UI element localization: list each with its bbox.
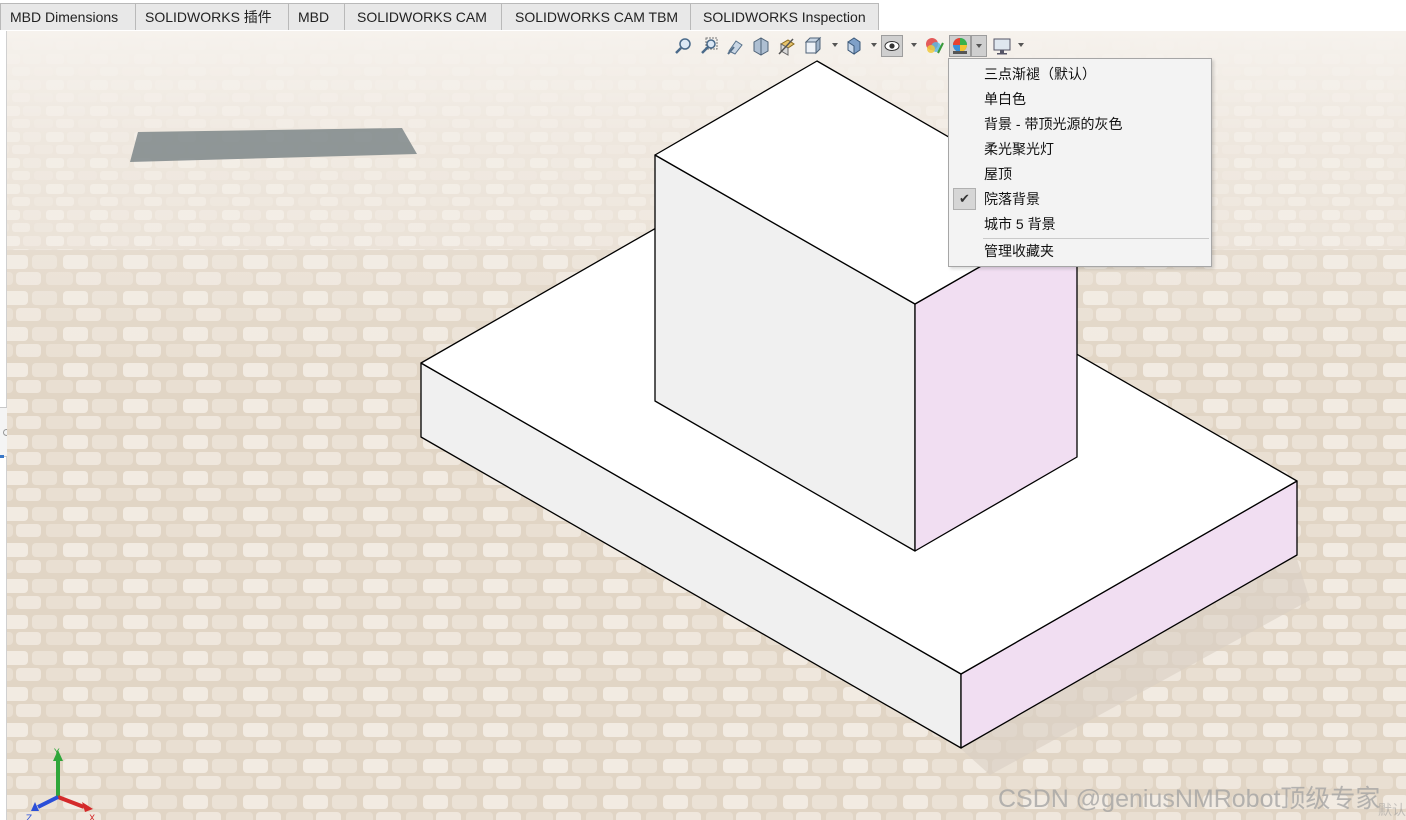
- triad-y-label: Y: [53, 748, 60, 758]
- view-orientation-dropdown-icon[interactable]: [832, 43, 838, 47]
- reference-triad: Y X Z: [26, 748, 95, 820]
- watermark: CSDN @geniusNMRobot顶级专家: [998, 785, 1381, 813]
- menu-item-rooftop[interactable]: 屋顶: [949, 162, 1211, 187]
- feature-manager-collapsed-edge: [0, 31, 11, 820]
- tab-mbd-dimensions[interactable]: MBD Dimensions: [0, 3, 136, 30]
- view-orientation-icon[interactable]: [802, 35, 824, 57]
- menu-item-soft-spotlight[interactable]: 柔光聚光灯: [949, 137, 1211, 162]
- apply-scene-menu: 三点渐褪（默认） 单白色 背景 - 带顶光源的灰色 柔光聚光灯 屋顶 ✔ 院落背…: [948, 58, 1212, 267]
- edit-appearance-icon[interactable]: [923, 35, 945, 57]
- menu-item-plain-white[interactable]: 单白色: [949, 87, 1211, 112]
- tab-mbd[interactable]: MBD: [288, 3, 345, 30]
- display-style-dropdown-icon[interactable]: [871, 43, 877, 47]
- hide-show-items-icon[interactable]: [881, 35, 903, 57]
- triad-z-label: Z: [26, 814, 32, 820]
- menu-item-label: 院落背景: [984, 191, 1040, 207]
- config-name-label: 默认: [1378, 802, 1406, 818]
- menu-item-courtyard-background[interactable]: ✔ 院落背景: [949, 187, 1211, 212]
- view-settings-icon[interactable]: [991, 35, 1013, 57]
- dynamic-annotation-views-icon[interactable]: [776, 35, 798, 57]
- menu-item-gray-with-top-light[interactable]: 背景 - 带顶光源的灰色: [949, 112, 1211, 137]
- zoom-to-area-icon[interactable]: [698, 35, 720, 57]
- apply-scene-dropdown-icon[interactable]: [971, 35, 987, 57]
- menu-item-manage-favorites[interactable]: 管理收藏夹: [949, 239, 1211, 264]
- tab-solidworks-inspection[interactable]: SOLIDWORKS Inspection: [690, 3, 879, 30]
- tab-solidworks-cam[interactable]: SOLIDWORKS CAM: [344, 3, 502, 30]
- tab-solidworks-cam-tbm[interactable]: SOLIDWORKS CAM TBM: [501, 3, 691, 30]
- hide-show-dropdown-icon[interactable]: [911, 43, 917, 47]
- apply-scene-icon[interactable]: [949, 35, 971, 57]
- menu-item-three-point-faded[interactable]: 三点渐褪（默认）: [949, 62, 1211, 87]
- view-settings-dropdown-icon[interactable]: [1018, 43, 1024, 47]
- tab-solidworks-addins[interactable]: SOLIDWORKS 插件: [135, 3, 289, 30]
- checkmark-icon: ✔: [953, 188, 976, 210]
- triad-x-label: X: [89, 814, 95, 820]
- previous-view-icon[interactable]: [724, 35, 746, 57]
- menu-item-city-5-background[interactable]: 城市 5 背景: [949, 212, 1211, 237]
- display-style-icon[interactable]: [843, 35, 865, 57]
- zoom-to-fit-icon[interactable]: [672, 35, 694, 57]
- command-manager-tabs: MBD Dimensions SOLIDWORKS 插件 MBD SOLIDWO…: [0, 0, 1406, 32]
- section-view-icon[interactable]: [750, 35, 772, 57]
